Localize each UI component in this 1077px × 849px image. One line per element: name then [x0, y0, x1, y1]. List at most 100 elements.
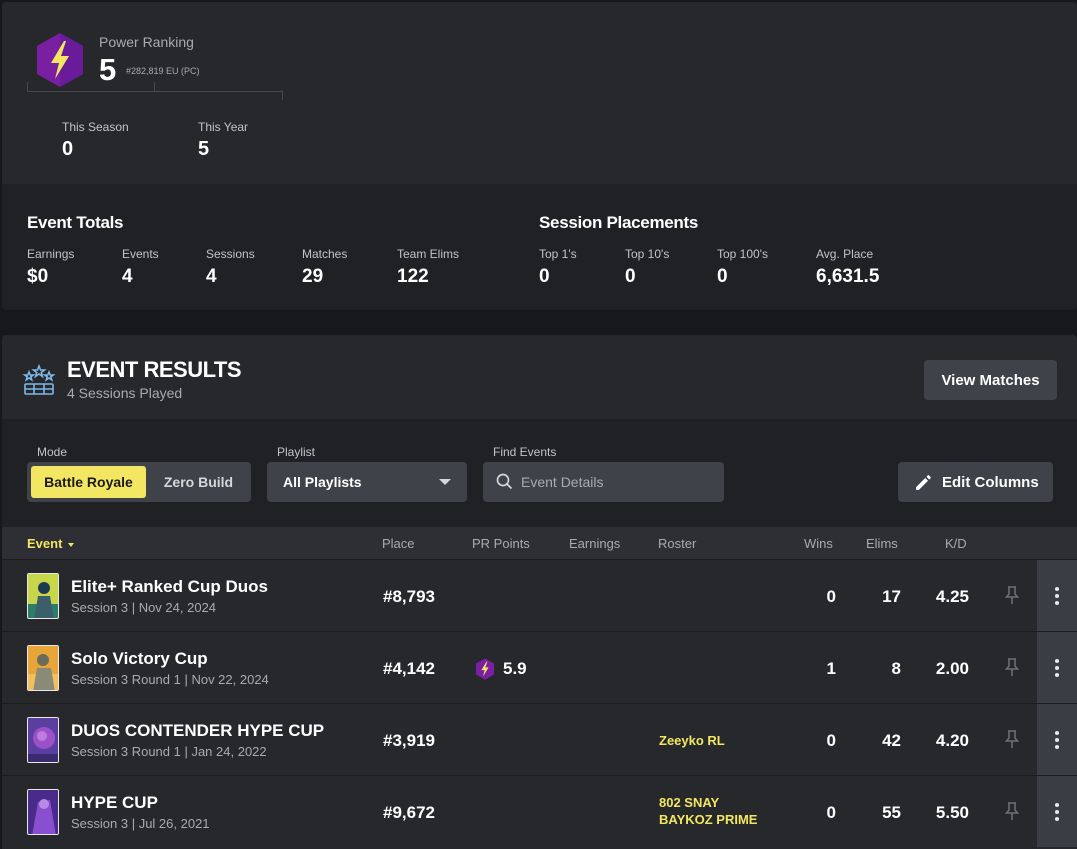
event-name: DUOS CONTENDER HYPE CUP [71, 721, 325, 740]
event-roster: 802 SNAY BAYKOZ PRIME [659, 794, 757, 828]
power-ranking-section: Power Ranking 5 #282,819 EU (PC) This Se… [2, 2, 1077, 184]
event-kd: 4.20 [935, 731, 969, 750]
more-vertical-icon [1055, 802, 1059, 821]
mode-toggle: Battle Royale Zero Build [27, 462, 251, 502]
event-results-header: EVENT RESULTS 4 Sessions Played View Mat… [2, 335, 1077, 419]
find-events-label: Find Events [493, 445, 557, 459]
more-vertical-icon [1055, 586, 1059, 605]
power-ranking-label: Power Ranking [99, 34, 194, 50]
stat-value: 6,631.5 [816, 266, 880, 287]
this-season-label: This Season [62, 120, 129, 134]
event-kd: 4.25 [935, 587, 969, 606]
column-header-wins[interactable]: Wins [804, 536, 833, 551]
column-header-roster[interactable]: Roster [658, 536, 696, 551]
more-options-button[interactable] [1037, 776, 1077, 847]
event-wins: 0 [826, 587, 836, 606]
search-input[interactable] [521, 462, 716, 502]
stat-label: Top 10's [625, 247, 670, 261]
stat-team-elims: Team Elims 122 [397, 247, 459, 288]
stat-avg-place: Avg. Place 6,631.5 [816, 247, 879, 288]
mode-battle-royale-button[interactable]: Battle Royale [31, 466, 146, 498]
table-row[interactable]: DUOS CONTENDER HYPE CUP Session 3 Round … [2, 703, 1077, 775]
pin-icon[interactable] [1004, 585, 1020, 605]
column-header-label: Event [27, 536, 63, 551]
event-place: #9,672 [383, 803, 435, 822]
stat-value: 4 [122, 266, 133, 287]
column-header-kd[interactable]: K/D [945, 536, 967, 551]
event-thumbnail [27, 573, 59, 619]
stat-value: 0 [625, 266, 636, 287]
event-meta: Session 3 Round 1 | Jan 24, 2022 [71, 744, 267, 759]
mode-zero-build-button[interactable]: Zero Build [150, 466, 247, 498]
more-options-button[interactable] [1037, 704, 1077, 775]
this-season-stat: This Season 0 [62, 120, 129, 161]
stat-value: $0 [27, 266, 49, 287]
event-elims: 8 [891, 659, 901, 678]
event-name: Elite+ Ranked Cup Duos [71, 577, 268, 596]
event-meta: Session 3 Round 1 | Nov 22, 2024 [71, 672, 269, 687]
event-pr-points: 5.9 [475, 658, 527, 680]
pin-icon[interactable] [1004, 729, 1020, 749]
playlist-select[interactable]: All Playlists [267, 462, 467, 502]
column-header-pr-points[interactable]: PR Points [472, 536, 530, 551]
event-place: #3,919 [383, 731, 435, 750]
stat-events: Events 4 [122, 247, 159, 288]
power-ranking-card: Power Ranking 5 #282,819 EU (PC) This Se… [2, 2, 1077, 310]
pencil-icon [916, 475, 931, 490]
pin-icon[interactable] [1004, 801, 1020, 821]
column-header-place[interactable]: Place [382, 536, 415, 551]
event-results-title: EVENT RESULTS [67, 357, 242, 382]
edit-columns-button[interactable]: Edit Columns [898, 462, 1053, 502]
stat-matches: Matches 29 [302, 247, 347, 288]
event-roster: Zeeyko RL [659, 732, 725, 749]
table-row[interactable]: Elite+ Ranked Cup Duos Session 3 | Nov 2… [2, 559, 1077, 631]
mode-label: Mode [37, 445, 68, 459]
search-field [483, 462, 724, 502]
event-place: #8,793 [383, 587, 435, 606]
sessions-played-count: 4 Sessions Played [67, 385, 183, 401]
pr-points-value: 5.9 [503, 659, 527, 678]
totals-section: Event Totals Earnings $0 Events 4 Sessio… [2, 184, 1077, 310]
column-header-elims[interactable]: Elims [866, 536, 898, 551]
more-options-button[interactable] [1037, 560, 1077, 631]
power-ranking-region-rank: #282,819 EU (PC) [126, 66, 200, 76]
chevron-down-icon [439, 479, 451, 485]
trophy-stars-icon [22, 364, 56, 395]
event-wins: 0 [826, 731, 836, 750]
roster-player[interactable]: 802 SNAY [659, 794, 757, 811]
event-totals-title: Event Totals [27, 213, 124, 232]
power-ranking-value: 5 [99, 52, 117, 87]
lightning-hexagon-icon [37, 33, 83, 87]
filters-bar: Mode Battle Royale Zero Build Playlist A… [2, 419, 1077, 527]
view-matches-button[interactable]: View Matches [924, 360, 1057, 400]
stat-top-100: Top 100's 0 [717, 247, 768, 288]
column-header-event[interactable]: Event [27, 536, 75, 551]
stat-label: Avg. Place [816, 247, 874, 261]
table-row[interactable]: HYPE CUP Session 3 | Jul 26, 2021 #9,672… [2, 775, 1077, 847]
event-meta: Session 3 | Nov 24, 2024 [71, 600, 217, 615]
roster-player[interactable]: BAYKOZ PRIME [659, 811, 757, 828]
event-thumbnail [27, 717, 59, 763]
sort-down-icon [68, 542, 75, 547]
event-thumbnail [27, 789, 59, 835]
event-meta: Session 3 | Jul 26, 2021 [71, 816, 210, 831]
table-row[interactable]: Solo Victory Cup Session 3 Round 1 | Nov… [2, 631, 1077, 703]
stat-value: 0 [539, 266, 550, 287]
event-elims: 42 [882, 731, 901, 750]
pin-icon[interactable] [1004, 657, 1020, 677]
event-kd: 2.00 [935, 659, 969, 678]
stat-earnings: Earnings $0 [27, 247, 74, 288]
this-year-value: 5 [198, 138, 210, 160]
stat-value: 29 [302, 266, 324, 287]
more-options-button[interactable] [1037, 632, 1077, 703]
session-placements-title: Session Placements [539, 213, 699, 232]
this-season-value: 0 [62, 138, 74, 160]
event-wins: 0 [826, 803, 836, 822]
stat-value: 4 [206, 266, 217, 287]
event-elims: 55 [882, 803, 901, 822]
column-header-earnings[interactable]: Earnings [569, 536, 620, 551]
event-elims: 17 [882, 587, 901, 606]
event-place: #4,142 [383, 659, 435, 678]
roster-player[interactable]: Zeeyko RL [659, 732, 725, 749]
table-header: Event Place PR Points Earnings Roster Wi… [2, 527, 1077, 559]
